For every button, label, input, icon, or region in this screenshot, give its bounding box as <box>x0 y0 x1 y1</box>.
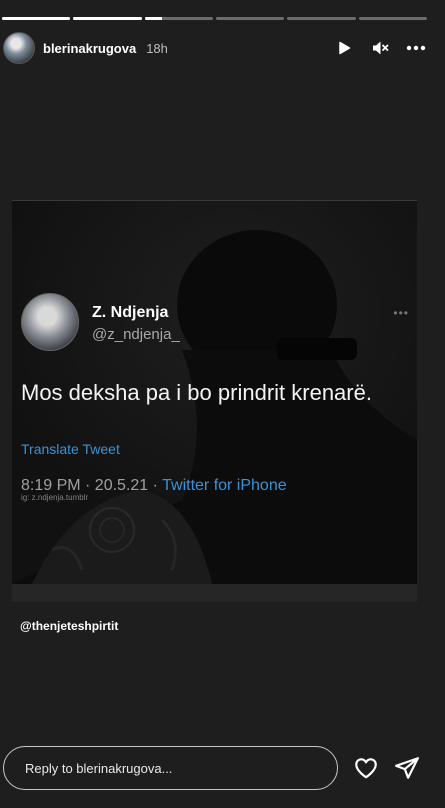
tweet-card: Z. Ndjenja @z_ndjenja_ ••• Mos deksha pa… <box>12 200 417 584</box>
tweet-more-icon: ••• <box>393 306 409 320</box>
more-horizontal-icon <box>406 45 426 51</box>
post-time: 18h <box>146 40 168 56</box>
media-bottom-strip <box>12 584 417 602</box>
tweet-author-name: Z. Ndjenja <box>92 304 169 321</box>
heart-icon <box>355 758 377 779</box>
story-header: blerinakrugova 18h <box>3 30 427 66</box>
progress-segment <box>2 17 71 20</box>
progress-fill <box>2 17 71 20</box>
progress-fill <box>73 17 142 20</box>
share-button[interactable] <box>394 755 420 781</box>
tweet-source: Twitter for iPhone <box>162 477 287 494</box>
header-actions <box>333 37 427 59</box>
image-watermark: ig: z.ndjenja.tumblr <box>21 493 89 502</box>
avatar[interactable] <box>3 32 35 64</box>
username[interactable]: blerinakrugova <box>43 41 136 56</box>
tweet-timestamp: 8:19 PM · 20.5.21 · <box>21 477 163 494</box>
progress-segment <box>73 17 142 20</box>
progress-segment <box>358 17 427 20</box>
mention-sticker[interactable]: @thenjeteshpirtit <box>20 619 118 633</box>
tweet-author-handle: @z_ndjenja_ <box>92 326 180 343</box>
translate-tweet-link: Translate Tweet <box>21 441 120 457</box>
play-button[interactable] <box>333 37 355 59</box>
reply-placeholder: Reply to blerinakrugova... <box>25 760 173 776</box>
progress-fill <box>144 17 162 20</box>
speaker-muted-icon <box>373 41 389 55</box>
tweet-avatar <box>21 293 79 351</box>
more-options-button[interactable] <box>405 37 427 59</box>
play-icon <box>339 41 351 55</box>
progress-segment <box>215 17 285 20</box>
send-icon <box>395 757 419 779</box>
story-progress <box>2 17 427 20</box>
progress-segment <box>144 17 213 20</box>
tweet-text: Mos deksha pa i bo prindrit krenarë. <box>21 380 372 405</box>
reply-input[interactable]: Reply to blerinakrugova... <box>3 746 338 790</box>
like-button[interactable] <box>353 755 379 781</box>
story-media[interactable]: Z. Ndjenja @z_ndjenja_ ••• Mos deksha pa… <box>12 200 417 602</box>
mute-button[interactable] <box>369 37 391 59</box>
progress-segment <box>287 17 356 20</box>
